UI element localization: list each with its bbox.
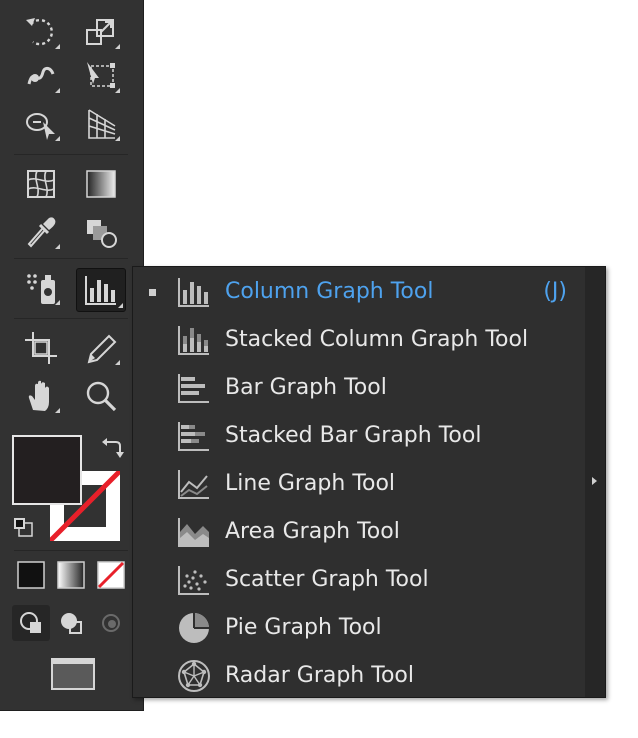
shape-builder-tool[interactable] bbox=[20, 104, 62, 144]
draw-normal-icon bbox=[20, 612, 41, 633]
radar-graph-icon bbox=[178, 660, 210, 692]
hand-icon bbox=[28, 380, 49, 411]
default-fill-stroke-icon[interactable] bbox=[12, 516, 34, 538]
mesh-tool[interactable] bbox=[20, 164, 62, 204]
blend-icon bbox=[87, 220, 117, 248]
slice-icon bbox=[87, 334, 117, 364]
tools-panel bbox=[0, 0, 144, 711]
gradient-tool[interactable] bbox=[80, 164, 122, 204]
symbol-sprayer-tool[interactable] bbox=[20, 268, 62, 308]
stacked-bar-graph-icon bbox=[178, 422, 209, 451]
bar-graph-icon bbox=[178, 374, 209, 403]
column-graph-icon bbox=[85, 276, 116, 305]
draw-behind-button[interactable] bbox=[52, 605, 90, 641]
draw-inside-button[interactable] bbox=[92, 605, 130, 641]
draw-normal-button[interactable] bbox=[12, 605, 50, 641]
tearoff-strip[interactable] bbox=[585, 267, 605, 697]
shape-builder-icon bbox=[26, 113, 55, 140]
free-transform-tool[interactable] bbox=[80, 56, 122, 96]
rotate-tool[interactable] bbox=[20, 12, 62, 52]
scale-tool[interactable] bbox=[80, 12, 122, 52]
menu-item-label: Area Graph Tool bbox=[225, 519, 400, 544]
line-graph-icon bbox=[178, 470, 209, 499]
menu-item-label: Stacked Bar Graph Tool bbox=[225, 423, 482, 448]
menu-item-pie-graph[interactable]: Pie Graph Tool bbox=[133, 604, 585, 652]
warp-icon bbox=[27, 66, 55, 85]
menu-item-scatter-graph[interactable]: Scatter Graph Tool bbox=[133, 556, 585, 604]
symbol-sprayer-icon bbox=[27, 274, 55, 304]
menu-item-label: Pie Graph Tool bbox=[225, 615, 382, 640]
menu-item-stacked-column-graph[interactable]: Stacked Column Graph Tool bbox=[133, 316, 585, 364]
menu-item-area-graph[interactable]: Area Graph Tool bbox=[133, 508, 585, 556]
menu-item-radar-graph[interactable]: Radar Graph Tool bbox=[133, 652, 585, 700]
graph-tools-flyout: Column Graph Tool (J) Stacked Column Gra… bbox=[132, 266, 606, 698]
menu-item-label: Line Graph Tool bbox=[225, 471, 396, 496]
pie-graph-icon bbox=[179, 613, 209, 643]
gradient-icon bbox=[86, 170, 116, 198]
menu-item-label: Scatter Graph Tool bbox=[225, 567, 429, 592]
zoom-tool[interactable] bbox=[80, 376, 122, 416]
tearoff-arrow-icon bbox=[592, 477, 597, 485]
menu-item-line-graph[interactable]: Line Graph Tool bbox=[133, 460, 585, 508]
eyedropper-tool[interactable] bbox=[20, 212, 62, 252]
artboard-tool[interactable] bbox=[20, 328, 62, 368]
none-icon bbox=[97, 561, 125, 589]
gradient-swatch-icon bbox=[57, 561, 85, 589]
menu-item-shortcut: (J) bbox=[543, 279, 567, 304]
column-graph-icon bbox=[178, 278, 209, 307]
scale-icon bbox=[86, 19, 114, 45]
screen-mode-button[interactable] bbox=[48, 654, 98, 694]
menu-item-column-graph[interactable]: Column Graph Tool (J) bbox=[133, 268, 585, 316]
fill-swatch[interactable] bbox=[12, 435, 82, 505]
menu-item-label: Bar Graph Tool bbox=[225, 375, 387, 400]
column-graph-tool[interactable] bbox=[76, 268, 126, 312]
color-button[interactable] bbox=[12, 557, 50, 593]
draw-inside-icon bbox=[102, 614, 120, 632]
artboard-icon bbox=[25, 332, 57, 364]
selected-bullet-icon bbox=[149, 289, 156, 296]
color-icon bbox=[17, 561, 45, 589]
menu-item-bar-graph[interactable]: Bar Graph Tool bbox=[133, 364, 585, 412]
draw-behind-icon bbox=[61, 613, 82, 634]
scatter-graph-icon bbox=[178, 566, 209, 595]
rotate-icon bbox=[26, 18, 53, 46]
free-transform-icon bbox=[87, 62, 115, 88]
gradient-button[interactable] bbox=[52, 557, 90, 593]
menu-item-label: Column Graph Tool bbox=[225, 279, 434, 304]
blend-tool[interactable] bbox=[80, 212, 122, 252]
perspective-grid-tool[interactable] bbox=[80, 104, 122, 144]
stacked-column-graph-icon bbox=[178, 326, 209, 355]
eyedropper-icon bbox=[27, 217, 56, 248]
menu-item-stacked-bar-graph[interactable]: Stacked Bar Graph Tool bbox=[133, 412, 585, 460]
perspective-grid-icon bbox=[88, 109, 116, 139]
none-button[interactable] bbox=[92, 557, 130, 593]
menu-item-label: Radar Graph Tool bbox=[225, 663, 414, 688]
screen-mode-icon bbox=[51, 658, 95, 690]
area-graph-icon bbox=[178, 518, 209, 547]
hand-tool[interactable] bbox=[20, 376, 62, 416]
slice-tool[interactable] bbox=[80, 328, 122, 368]
mesh-icon bbox=[27, 170, 55, 198]
menu-item-label: Stacked Column Graph Tool bbox=[225, 327, 529, 352]
zoom-icon bbox=[86, 381, 117, 412]
swap-fill-stroke-icon[interactable] bbox=[100, 438, 124, 460]
warp-tool[interactable] bbox=[20, 56, 62, 96]
